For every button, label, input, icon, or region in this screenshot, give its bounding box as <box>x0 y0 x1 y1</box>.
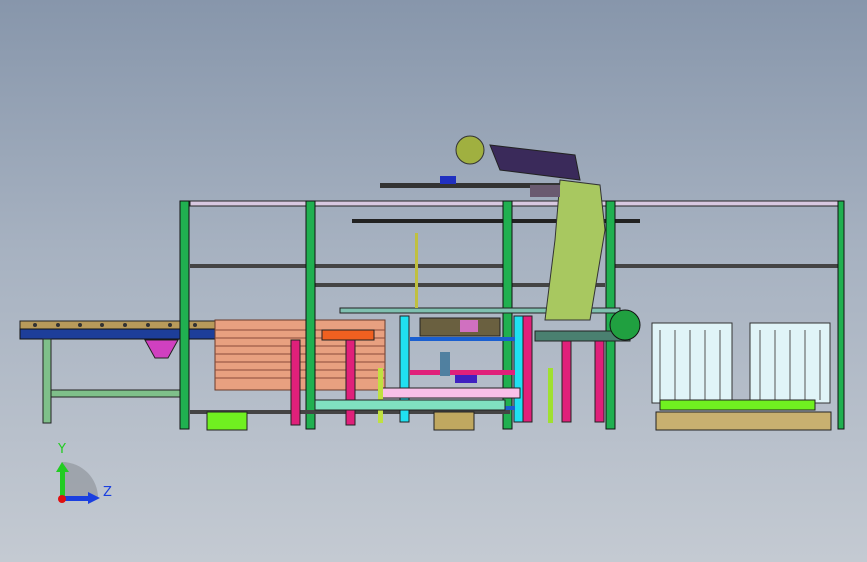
x-axis-point <box>58 495 66 503</box>
y-axis-arrow <box>60 470 65 498</box>
triad-quadrant <box>62 462 98 498</box>
cad-viewport[interactable] <box>0 0 867 562</box>
z-axis-arrow <box>62 496 90 501</box>
coordinate-triad <box>56 462 100 504</box>
z-axis-label: Z <box>103 485 112 500</box>
y-axis-label: Y <box>58 442 66 457</box>
pallet-cages <box>651 322 832 431</box>
